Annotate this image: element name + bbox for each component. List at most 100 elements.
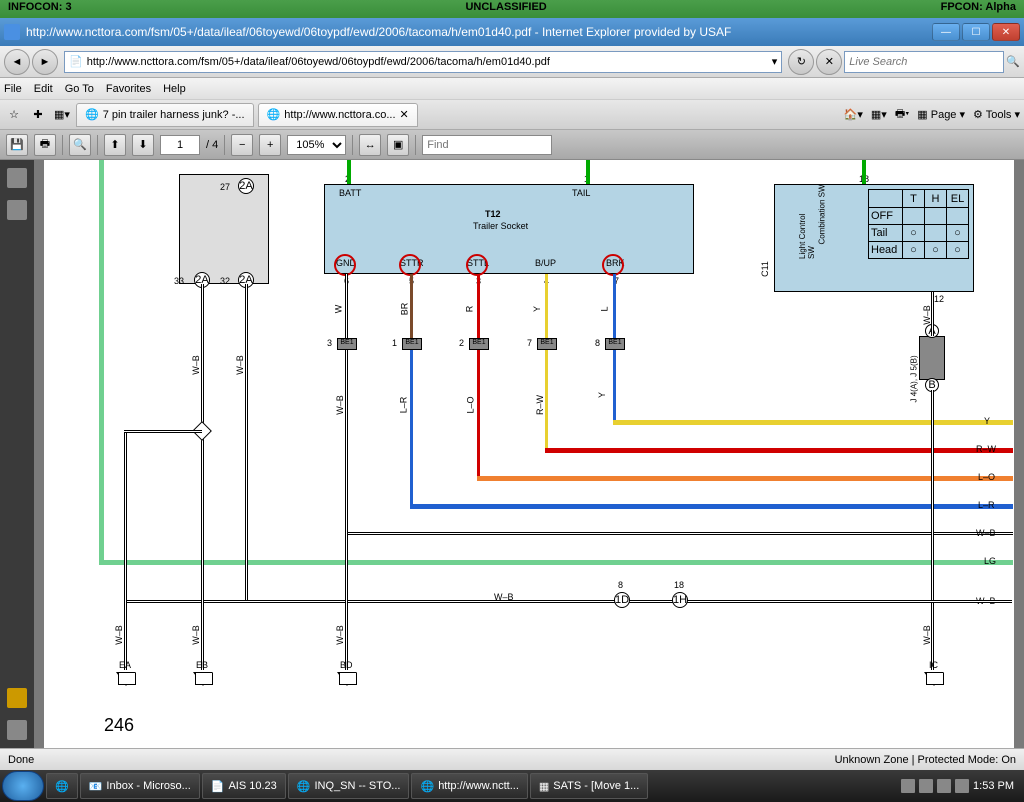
zoom-out-icon[interactable]: − bbox=[231, 134, 253, 156]
bus-rw bbox=[545, 448, 1013, 453]
start-button[interactable] bbox=[2, 771, 44, 801]
fpcon-label: FPCON: Alpha bbox=[941, 1, 1016, 17]
zone-label: Unknown Zone | Protected Mode: On bbox=[835, 754, 1016, 766]
highlight-brk bbox=[602, 254, 624, 276]
junction-connector bbox=[919, 336, 945, 380]
maximize-button[interactable]: ☐ bbox=[962, 23, 990, 41]
stop-button[interactable]: ✕ bbox=[816, 49, 842, 75]
wire bbox=[862, 160, 866, 184]
tab-1[interactable]: 🌐 7 pin trailer harness junk? -... bbox=[76, 103, 254, 127]
nav-toolbar: ◄ ► 📄 http://www.ncttora.com/fsm/05+/dat… bbox=[0, 46, 1024, 78]
volume-icon[interactable] bbox=[955, 779, 969, 793]
be1-3: BE1 bbox=[337, 338, 357, 350]
ie-icon bbox=[4, 24, 20, 40]
wire-tail bbox=[586, 160, 590, 184]
conn-1h: 1H bbox=[672, 592, 688, 608]
taskbar-ais[interactable]: 📄 AIS 10.23 bbox=[202, 773, 286, 799]
close-button[interactable]: ✕ bbox=[992, 23, 1020, 41]
taskbar-inbox[interactable]: 📧 Inbox - Microso... bbox=[80, 773, 200, 799]
pdf-page: 2A 2A 2A 33 32 27 T12 Trailer Socket BAT… bbox=[44, 160, 1014, 748]
back-button[interactable]: ◄ bbox=[4, 49, 30, 75]
wire-r bbox=[477, 274, 480, 339]
page-menu[interactable]: ▦ Page ▾ bbox=[917, 108, 965, 121]
wire-y bbox=[545, 274, 548, 339]
minimize-button[interactable]: — bbox=[932, 23, 960, 41]
save-icon[interactable]: 💾 bbox=[6, 134, 28, 156]
tab-close-icon[interactable]: ✕ bbox=[400, 108, 409, 121]
bottom-wb-bus bbox=[124, 600, 1012, 603]
find-input[interactable] bbox=[422, 135, 552, 155]
menu-bar: File Edit Go To Favorites Help bbox=[0, 78, 1024, 100]
fit-page-icon[interactable]: ▣ bbox=[387, 134, 409, 156]
url-input[interactable]: 📄 http://www.ncttora.com/fsm/05+/data/il… bbox=[64, 51, 782, 73]
menu-edit[interactable]: Edit bbox=[34, 83, 53, 95]
taskbar-sats[interactable]: ▦ SATS - [Move 1... bbox=[530, 773, 648, 799]
feeds-icon[interactable]: ▦▾ bbox=[871, 108, 887, 121]
pdf-sidebar bbox=[0, 160, 34, 748]
tray-icon[interactable] bbox=[901, 779, 915, 793]
status-text: Done bbox=[8, 754, 34, 766]
wire-br bbox=[410, 274, 413, 339]
tab-bar: ☆ ✚ ▦▾ 🌐 7 pin trailer harness junk? -..… bbox=[0, 100, 1024, 130]
window-titlebar: http://www.ncttora.com/fsm/05+/data/ilea… bbox=[0, 18, 1024, 46]
search-input[interactable] bbox=[844, 51, 1004, 73]
zoom-select[interactable]: 105% bbox=[287, 135, 346, 155]
print-icon[interactable]: 🖶▾ bbox=[895, 105, 909, 124]
menu-help[interactable]: Help bbox=[163, 83, 186, 95]
print-pdf-icon[interactable]: 🖶 bbox=[34, 134, 56, 156]
system-tray[interactable]: 1:53 PM bbox=[893, 779, 1022, 793]
favorites-star-icon[interactable]: ☆ bbox=[4, 105, 24, 125]
next-page-icon[interactable]: ⬇ bbox=[132, 134, 154, 156]
tools-menu[interactable]: ⚙ Tools ▾ bbox=[973, 108, 1020, 121]
ground-bd bbox=[337, 672, 357, 686]
pin-27: 2A bbox=[238, 178, 254, 194]
trailer-socket-box: T12 Trailer Socket bbox=[324, 184, 694, 274]
home-icon[interactable]: 🏠▾ bbox=[844, 108, 863, 121]
infocon-label: INFOCON: 3 bbox=[8, 1, 72, 17]
url-dropdown-icon[interactable]: ▾ bbox=[772, 55, 778, 68]
taskbar: 🌐 📧 Inbox - Microso... 📄 AIS 10.23 🌐 INQ… bbox=[0, 770, 1024, 802]
bookmarks-panel-icon[interactable] bbox=[7, 200, 27, 220]
highlight-gnd bbox=[334, 254, 356, 276]
pdf-viewer[interactable]: 2A 2A 2A 33 32 27 T12 Trailer Socket BAT… bbox=[34, 160, 1024, 748]
attachments-panel-icon[interactable] bbox=[7, 720, 27, 740]
bus-lr bbox=[410, 504, 1013, 509]
pdf-toolbar: 💾 🖶 🔍 ⬆ ⬇ / 4 − + 105% ↔ ▣ bbox=[0, 130, 1024, 160]
favorites-list-icon[interactable]: ▦▾ bbox=[52, 105, 72, 125]
be1-7: BE1 bbox=[537, 338, 557, 350]
taskbar-ie[interactable]: 🌐 bbox=[46, 773, 78, 799]
add-favorite-icon[interactable]: ✚ bbox=[28, 105, 48, 125]
refresh-button[interactable]: ↻ bbox=[788, 49, 814, 75]
be1-8: BE1 bbox=[605, 338, 625, 350]
tab-2[interactable]: 🌐 http://www.ncttora.co... ✕ bbox=[258, 103, 418, 127]
page-number-input[interactable] bbox=[160, 135, 200, 155]
search-pdf-icon[interactable]: 🔍 bbox=[69, 134, 91, 156]
menu-favorites[interactable]: Favorites bbox=[106, 83, 151, 95]
menu-file[interactable]: File bbox=[4, 83, 22, 95]
window-title: http://www.ncttora.com/fsm/05+/data/ilea… bbox=[26, 25, 932, 39]
menu-goto[interactable]: Go To bbox=[65, 83, 94, 95]
prev-page-icon[interactable]: ⬆ bbox=[104, 134, 126, 156]
clock[interactable]: 1:53 PM bbox=[973, 780, 1014, 792]
ground-ea bbox=[116, 672, 136, 686]
bus-y bbox=[613, 420, 1013, 425]
page-number: 246 bbox=[104, 715, 134, 736]
wire-l bbox=[613, 274, 616, 339]
zoom-in-icon[interactable]: + bbox=[259, 134, 281, 156]
classification-label: UNCLASSIFIED bbox=[465, 1, 546, 17]
taskbar-ncttora[interactable]: 🌐 http://www.nctt... bbox=[411, 773, 527, 799]
be1-2: BE1 bbox=[469, 338, 489, 350]
page-icon: 📄 bbox=[69, 55, 83, 68]
pages-panel-icon[interactable] bbox=[7, 168, 27, 188]
tray-icon[interactable] bbox=[937, 779, 951, 793]
be1-1: BE1 bbox=[402, 338, 422, 350]
bus-wb bbox=[345, 532, 1013, 535]
comments-panel-icon[interactable] bbox=[7, 688, 27, 708]
highlight-sttr bbox=[399, 254, 421, 276]
taskbar-inq[interactable]: 🌐 INQ_SN -- STO... bbox=[288, 773, 410, 799]
search-dropdown-icon[interactable]: 🔍 bbox=[1006, 55, 1020, 68]
tray-icon[interactable] bbox=[919, 779, 933, 793]
forward-button[interactable]: ► bbox=[32, 49, 58, 75]
fit-width-icon[interactable]: ↔ bbox=[359, 134, 381, 156]
ie-tab-icon: 🌐 bbox=[267, 108, 281, 121]
